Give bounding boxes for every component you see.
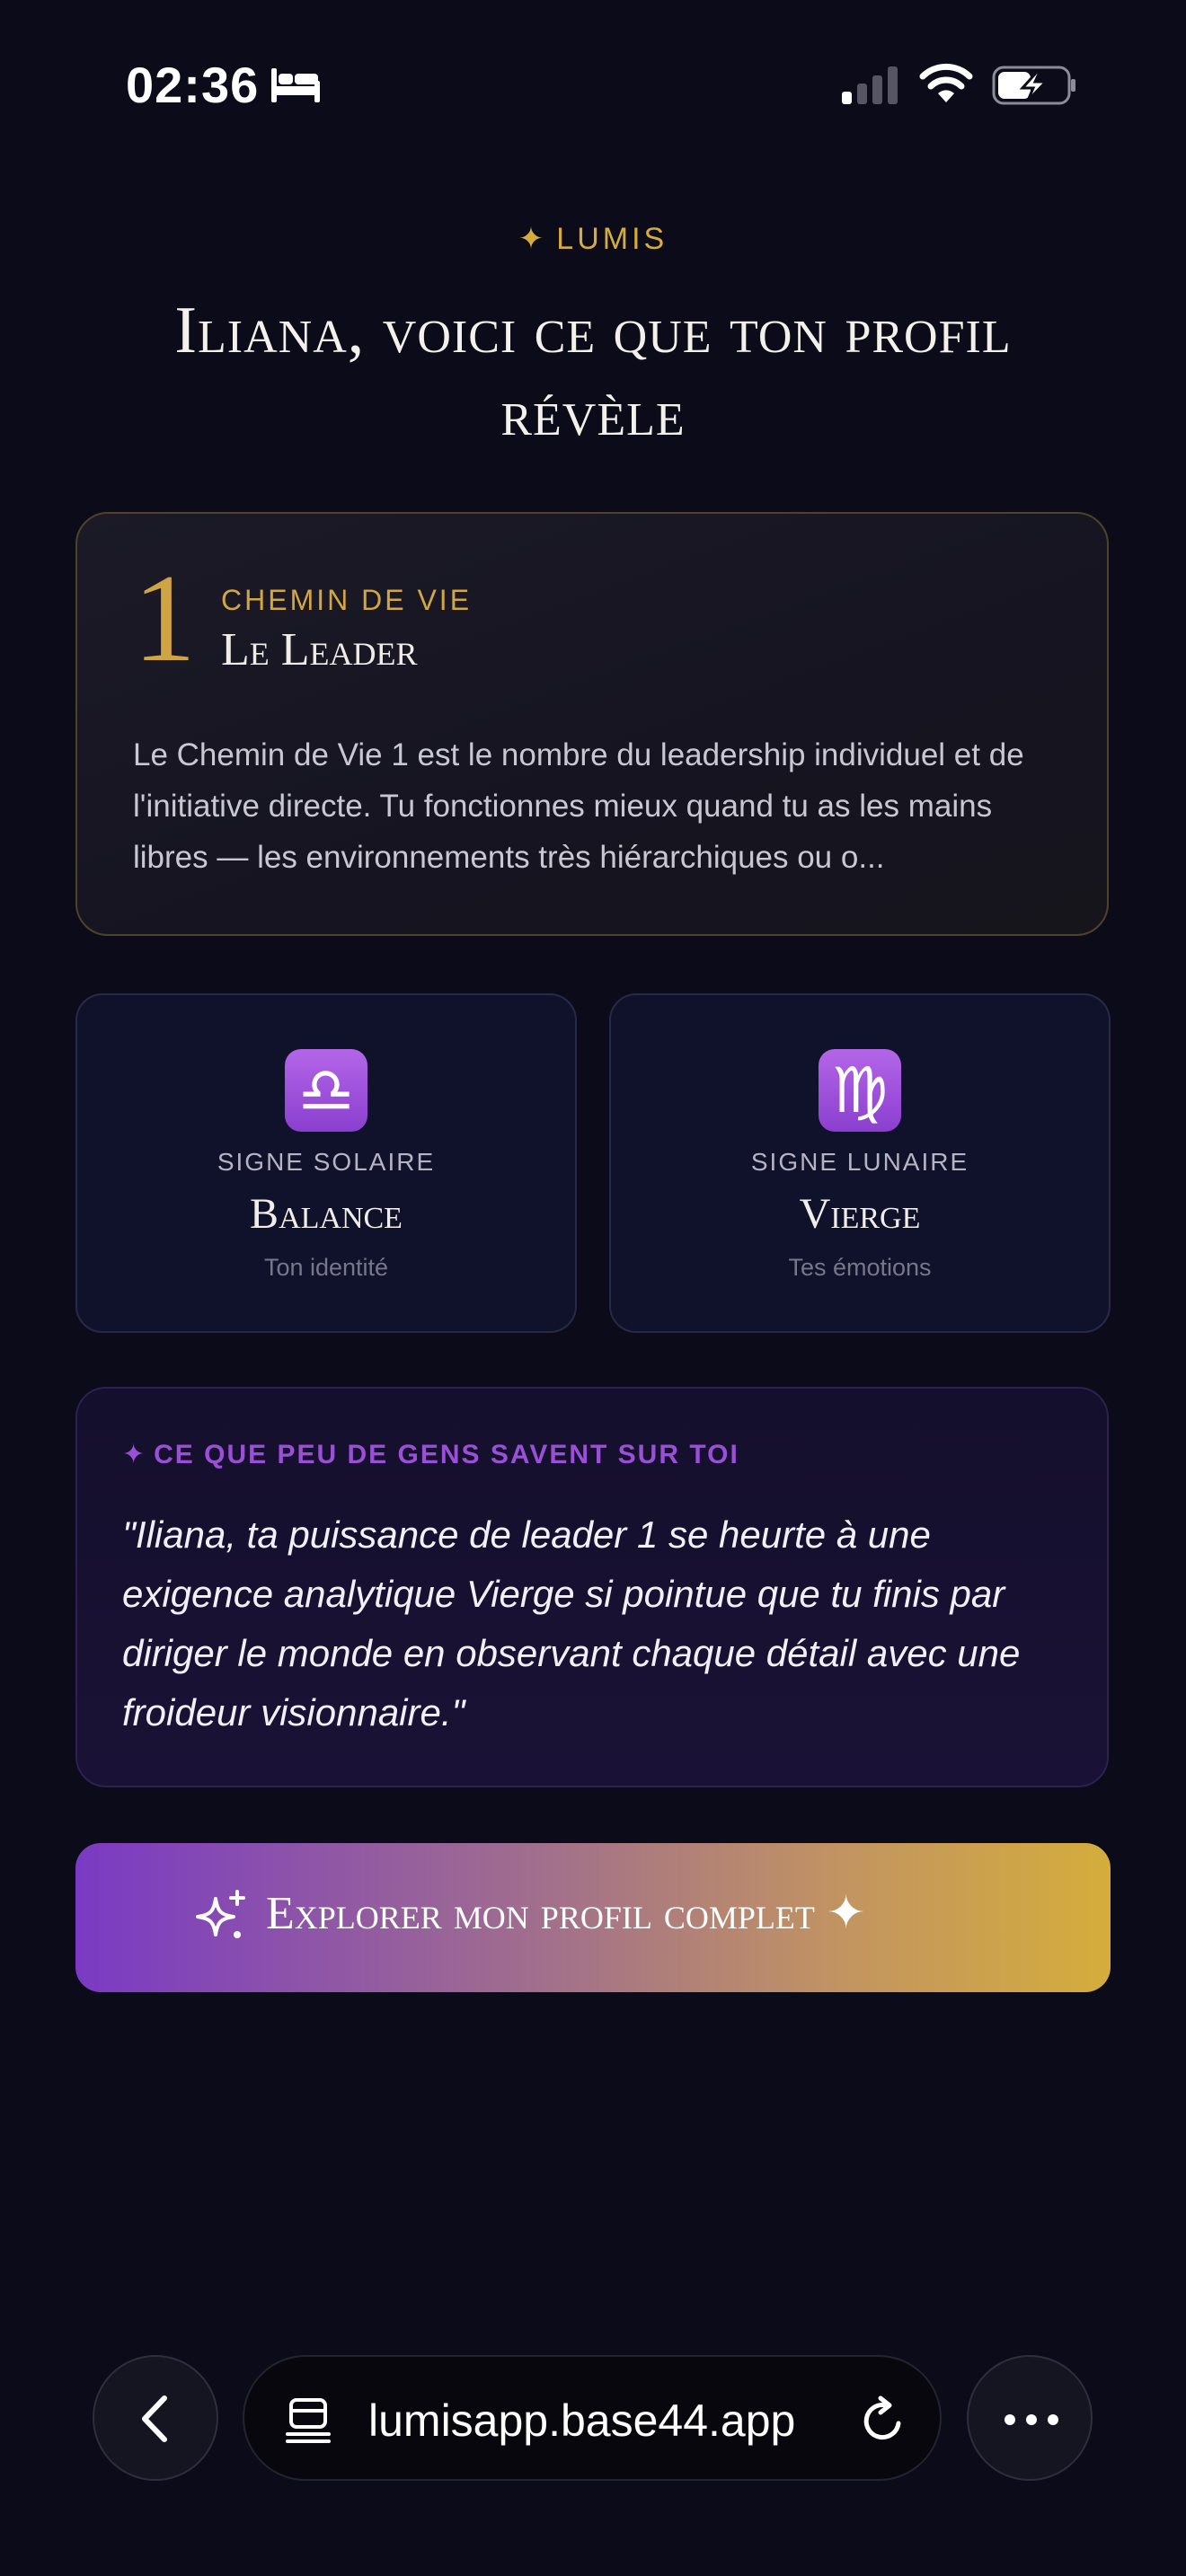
life-path-description: Le Chemin de Vie 1 est le nombre du lead… [133,737,1024,875]
moon-sign-subtitle: Tes émotions [788,1254,932,1281]
back-icon [142,2395,167,2442]
status-bar: 02:36 [0,0,1186,171]
life-path-card: 1 CHEMIN DE VIE Le Leader Le Chemin de V… [75,512,1109,936]
bed-icon [271,68,320,102]
sparkles-icon [196,1890,245,1938]
moon-sign-label: SIGNE LUNAIRE [750,1148,969,1176]
explore-profile-button[interactable]: Explorer mon profil complet ✦ [75,1843,1111,1992]
address-bar[interactable]: lumisapp.base44.app [243,2355,942,2481]
virgo-icon: ♍ [819,1049,901,1132]
url-text: lumisapp.base44.app [368,2395,796,2446]
sun-sign-card: ♎ SIGNE SOLAIRE Balance Ton identité [75,993,577,1333]
secret-insight-quote: "Iliana, ta puissance de leader 1 se heu… [122,1513,1021,1734]
secret-insight-label: ✦ CE QUE PEU DE GENS SAVENT SUR TOI [122,1439,739,1470]
secret-star-icon: ✦ [122,1440,147,1469]
page-icon [286,2398,331,2443]
secret-insight-label-text: CE QUE PEU DE GENS SAVENT SUR TOI [154,1440,739,1469]
page-title: Iliana, voici ce que ton profil révèle [174,294,1012,450]
sun-sign-subtitle: Ton identité [263,1254,389,1281]
back-button[interactable] [93,2355,218,2481]
status-time: 02:36 [126,57,260,113]
sun-sign-name: Balance [250,1190,403,1238]
cellular-signal-icon [842,66,898,104]
wifi-icon [919,63,973,102]
secret-insight-card: ✦ CE QUE PEU DE GENS SAVENT SUR TOI "Ilia… [75,1387,1109,1787]
sun-sign-label: SIGNE SOLAIRE [217,1148,436,1176]
moon-sign-card: ♍ SIGNE LUNAIRE Vierge Tes émotions [609,993,1111,1333]
brand-name: LUMIS [556,222,668,256]
life-path-label: CHEMIN DE VIE [221,584,473,616]
more-icon [1005,2414,1058,2425]
brand-label: ✦ LUMIS [0,221,1186,257]
libra-icon: ♎ [285,1049,367,1132]
brand-star-icon: ✦ [518,222,548,256]
reload-icon[interactable] [859,2395,907,2445]
more-options-button[interactable] [967,2355,1093,2481]
life-path-title: Le Leader [221,624,418,675]
life-path-number: 1 [133,549,196,688]
moon-sign-name: Vierge [799,1190,921,1238]
explore-profile-label: Explorer mon profil complet ✦ [266,1888,866,1939]
battery-charging-icon [992,66,1075,105]
